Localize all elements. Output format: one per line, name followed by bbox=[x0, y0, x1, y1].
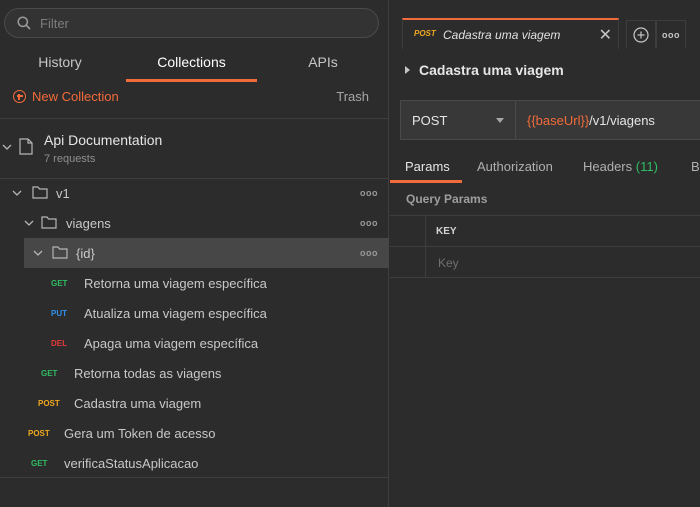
request-name-header[interactable]: Cadastra uma viagem bbox=[390, 58, 700, 82]
collections-toolbar: New Collection Trash bbox=[0, 86, 389, 110]
request-item[interactable]: POST Cadastra uma viagem bbox=[0, 388, 389, 418]
request-tab-method: POST bbox=[414, 29, 436, 38]
tab-options-button[interactable]: ooo bbox=[656, 20, 686, 48]
tab-apis[interactable]: APIs bbox=[257, 44, 389, 80]
tab-authorization[interactable]: Authorization bbox=[477, 159, 553, 174]
request-item[interactable]: GET verificaStatusAplicacao bbox=[0, 448, 389, 478]
filter-input[interactable] bbox=[40, 15, 340, 31]
request-name: Cadastra uma viagem bbox=[74, 395, 202, 411]
sidebar-tabs: History Collections APIs bbox=[0, 44, 389, 82]
request-tab-cadastra-uma-viagem[interactable]: POST Cadastra uma viagem ✕ bbox=[402, 18, 619, 49]
method-badge-post: POST bbox=[28, 428, 50, 438]
chevron-down-icon bbox=[33, 250, 43, 256]
tab-headers-label: Headers bbox=[583, 159, 633, 174]
request-name: Atualiza uma viagem específica bbox=[84, 305, 267, 321]
request-name: Gera um Token de acesso bbox=[64, 425, 216, 441]
method-badge-get: GET bbox=[41, 368, 58, 378]
folder-icon bbox=[41, 216, 57, 229]
request-name: verificaStatusAplicacao bbox=[64, 455, 199, 471]
query-params-title: Query Params bbox=[406, 192, 488, 206]
request-sub-tabs: Params Authorization Headers (11) B bbox=[390, 152, 700, 183]
method-badge-get: GET bbox=[31, 458, 48, 468]
url-input[interactable]: {{baseUrl}}/v1/viagens bbox=[527, 113, 655, 128]
collection-api-documentation[interactable]: Api Documentation 7 requests bbox=[0, 119, 389, 177]
folder-label: viagens bbox=[66, 215, 111, 231]
more-options-icon[interactable]: ooo bbox=[360, 188, 378, 198]
request-item[interactable]: GET Retorna uma viagem específica bbox=[0, 268, 389, 298]
request-name: Retorna todas as viagens bbox=[74, 365, 222, 381]
folder-icon bbox=[52, 246, 68, 259]
plus-circle-icon bbox=[633, 26, 649, 43]
sidebar: History Collections APIs New Collection … bbox=[0, 0, 389, 507]
plus-circle-icon bbox=[13, 90, 26, 103]
url-path: /v1/viagens bbox=[589, 113, 655, 128]
collection-icon bbox=[19, 138, 33, 155]
more-options-icon[interactable]: ooo bbox=[360, 218, 378, 228]
tab-headers[interactable]: Headers (11) bbox=[583, 159, 658, 174]
request-name: Retorna uma viagem específica bbox=[84, 275, 267, 291]
url-bar: POST {{baseUrl}}/v1/viagens bbox=[400, 100, 700, 140]
folder-icon bbox=[32, 186, 48, 199]
request-item[interactable]: POST Gera um Token de acesso bbox=[0, 418, 389, 448]
folder-id[interactable]: {id} ooo bbox=[24, 238, 389, 268]
trash-button[interactable]: Trash bbox=[336, 89, 369, 104]
more-options-icon[interactable]: ooo bbox=[360, 248, 378, 258]
tab-body[interactable]: B bbox=[691, 159, 700, 174]
method-value: POST bbox=[412, 113, 448, 128]
chevron-down-icon bbox=[12, 190, 22, 196]
request-item[interactable]: GET Retorna todas as viagens bbox=[0, 358, 389, 388]
caret-right-icon bbox=[405, 66, 410, 74]
url-variable: {{baseUrl}} bbox=[527, 113, 590, 128]
method-badge-put: PUT bbox=[51, 308, 67, 318]
request-name: Cadastra uma viagem bbox=[419, 62, 564, 78]
close-icon[interactable]: ✕ bbox=[599, 25, 612, 45]
request-item[interactable]: DEL Apaga uma viagem específica bbox=[0, 328, 389, 358]
folder-label: v1 bbox=[56, 185, 70, 201]
folder-v1[interactable]: v1 ooo bbox=[0, 178, 389, 208]
folder-label: {id} bbox=[76, 245, 95, 261]
tab-history[interactable]: History bbox=[0, 44, 120, 80]
table-header-row: KEY bbox=[390, 216, 700, 247]
filter-search-box[interactable] bbox=[4, 8, 379, 38]
table-gutter bbox=[390, 216, 426, 247]
method-badge-del: DEL bbox=[51, 338, 67, 348]
chevron-down-icon bbox=[496, 118, 504, 123]
table-gutter bbox=[390, 247, 426, 278]
method-select[interactable]: POST bbox=[401, 101, 516, 139]
key-column-header: KEY bbox=[436, 226, 457, 237]
tab-params[interactable]: Params bbox=[405, 159, 450, 174]
chevron-down-icon bbox=[2, 144, 12, 150]
table-row: Key bbox=[390, 247, 700, 278]
request-tab-title: Cadastra uma viagem bbox=[443, 28, 561, 42]
new-tab-button[interactable] bbox=[626, 20, 656, 48]
query-params-table: KEY Key bbox=[390, 215, 700, 278]
method-badge-post: POST bbox=[38, 398, 60, 408]
active-tab-indicator bbox=[390, 180, 462, 183]
request-tab-bar: POST Cadastra uma viagem ✕ ooo bbox=[390, 0, 700, 49]
method-badge-get: GET bbox=[51, 278, 68, 288]
tab-collections[interactable]: Collections bbox=[126, 44, 257, 82]
new-collection-label: New Collection bbox=[32, 89, 119, 104]
folder-viagens[interactable]: viagens ooo bbox=[0, 208, 389, 238]
request-item[interactable]: PUT Atualiza uma viagem específica bbox=[0, 298, 389, 328]
collection-request-count: 7 requests bbox=[44, 153, 96, 165]
request-editor: POST Cadastra uma viagem ✕ ooo Cadastra … bbox=[390, 0, 700, 507]
collection-name: Api Documentation bbox=[44, 132, 163, 148]
request-name: Apaga uma viagem específica bbox=[84, 335, 259, 351]
headers-count: (11) bbox=[635, 159, 658, 174]
key-input[interactable]: Key bbox=[438, 256, 459, 270]
divider bbox=[0, 477, 389, 478]
chevron-down-icon bbox=[24, 220, 34, 226]
search-icon bbox=[17, 16, 31, 30]
new-collection-button[interactable]: New Collection bbox=[13, 89, 119, 104]
